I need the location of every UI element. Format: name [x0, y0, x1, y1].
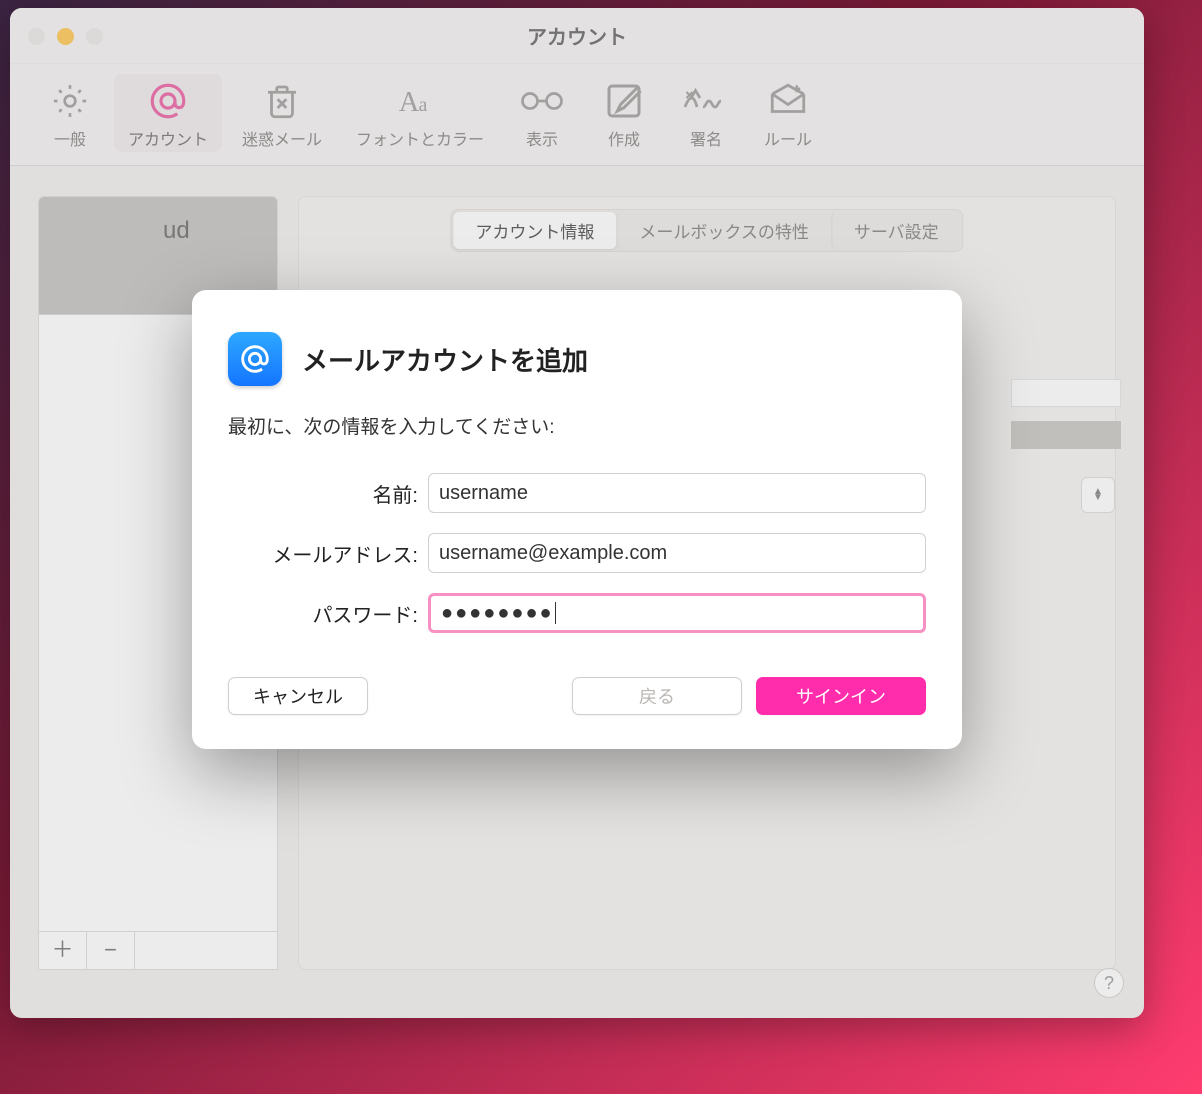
modal-actions: キャンセル 戻る サインイン	[228, 677, 926, 715]
row-name: 名前:	[228, 473, 926, 513]
email-input[interactable]	[428, 533, 926, 573]
cancel-button[interactable]: キャンセル	[228, 677, 368, 715]
text-cursor	[555, 602, 556, 624]
modal-title: メールアカウントを追加	[302, 341, 588, 378]
modal-subtitle: 最初に、次の情報を入力してください:	[228, 412, 926, 439]
modal-header: メールアカウントを追加	[228, 332, 926, 386]
add-account-modal: メールアカウントを追加 最初に、次の情報を入力してください: 名前: メールアド…	[192, 290, 962, 749]
password-input[interactable]: ●●●●●●●●	[428, 593, 926, 633]
signin-button[interactable]: サインイン	[756, 677, 926, 715]
preferences-window: アカウント 一般 アカウント 迷惑メール Aa フォントとカラー	[10, 8, 1144, 1018]
row-password: パスワード: ●●●●●●●●	[228, 593, 926, 633]
password-label: パスワード:	[228, 599, 428, 628]
password-mask: ●●●●●●●●	[441, 602, 554, 625]
mail-app-icon	[228, 332, 282, 386]
back-button[interactable]: 戻る	[572, 677, 742, 715]
modal-overlay: メールアカウントを追加 最初に、次の情報を入力してください: 名前: メールアド…	[10, 8, 1144, 1018]
email-label: メールアドレス:	[228, 539, 428, 568]
name-label: 名前:	[228, 479, 428, 508]
name-input[interactable]	[428, 473, 926, 513]
row-email: メールアドレス:	[228, 533, 926, 573]
